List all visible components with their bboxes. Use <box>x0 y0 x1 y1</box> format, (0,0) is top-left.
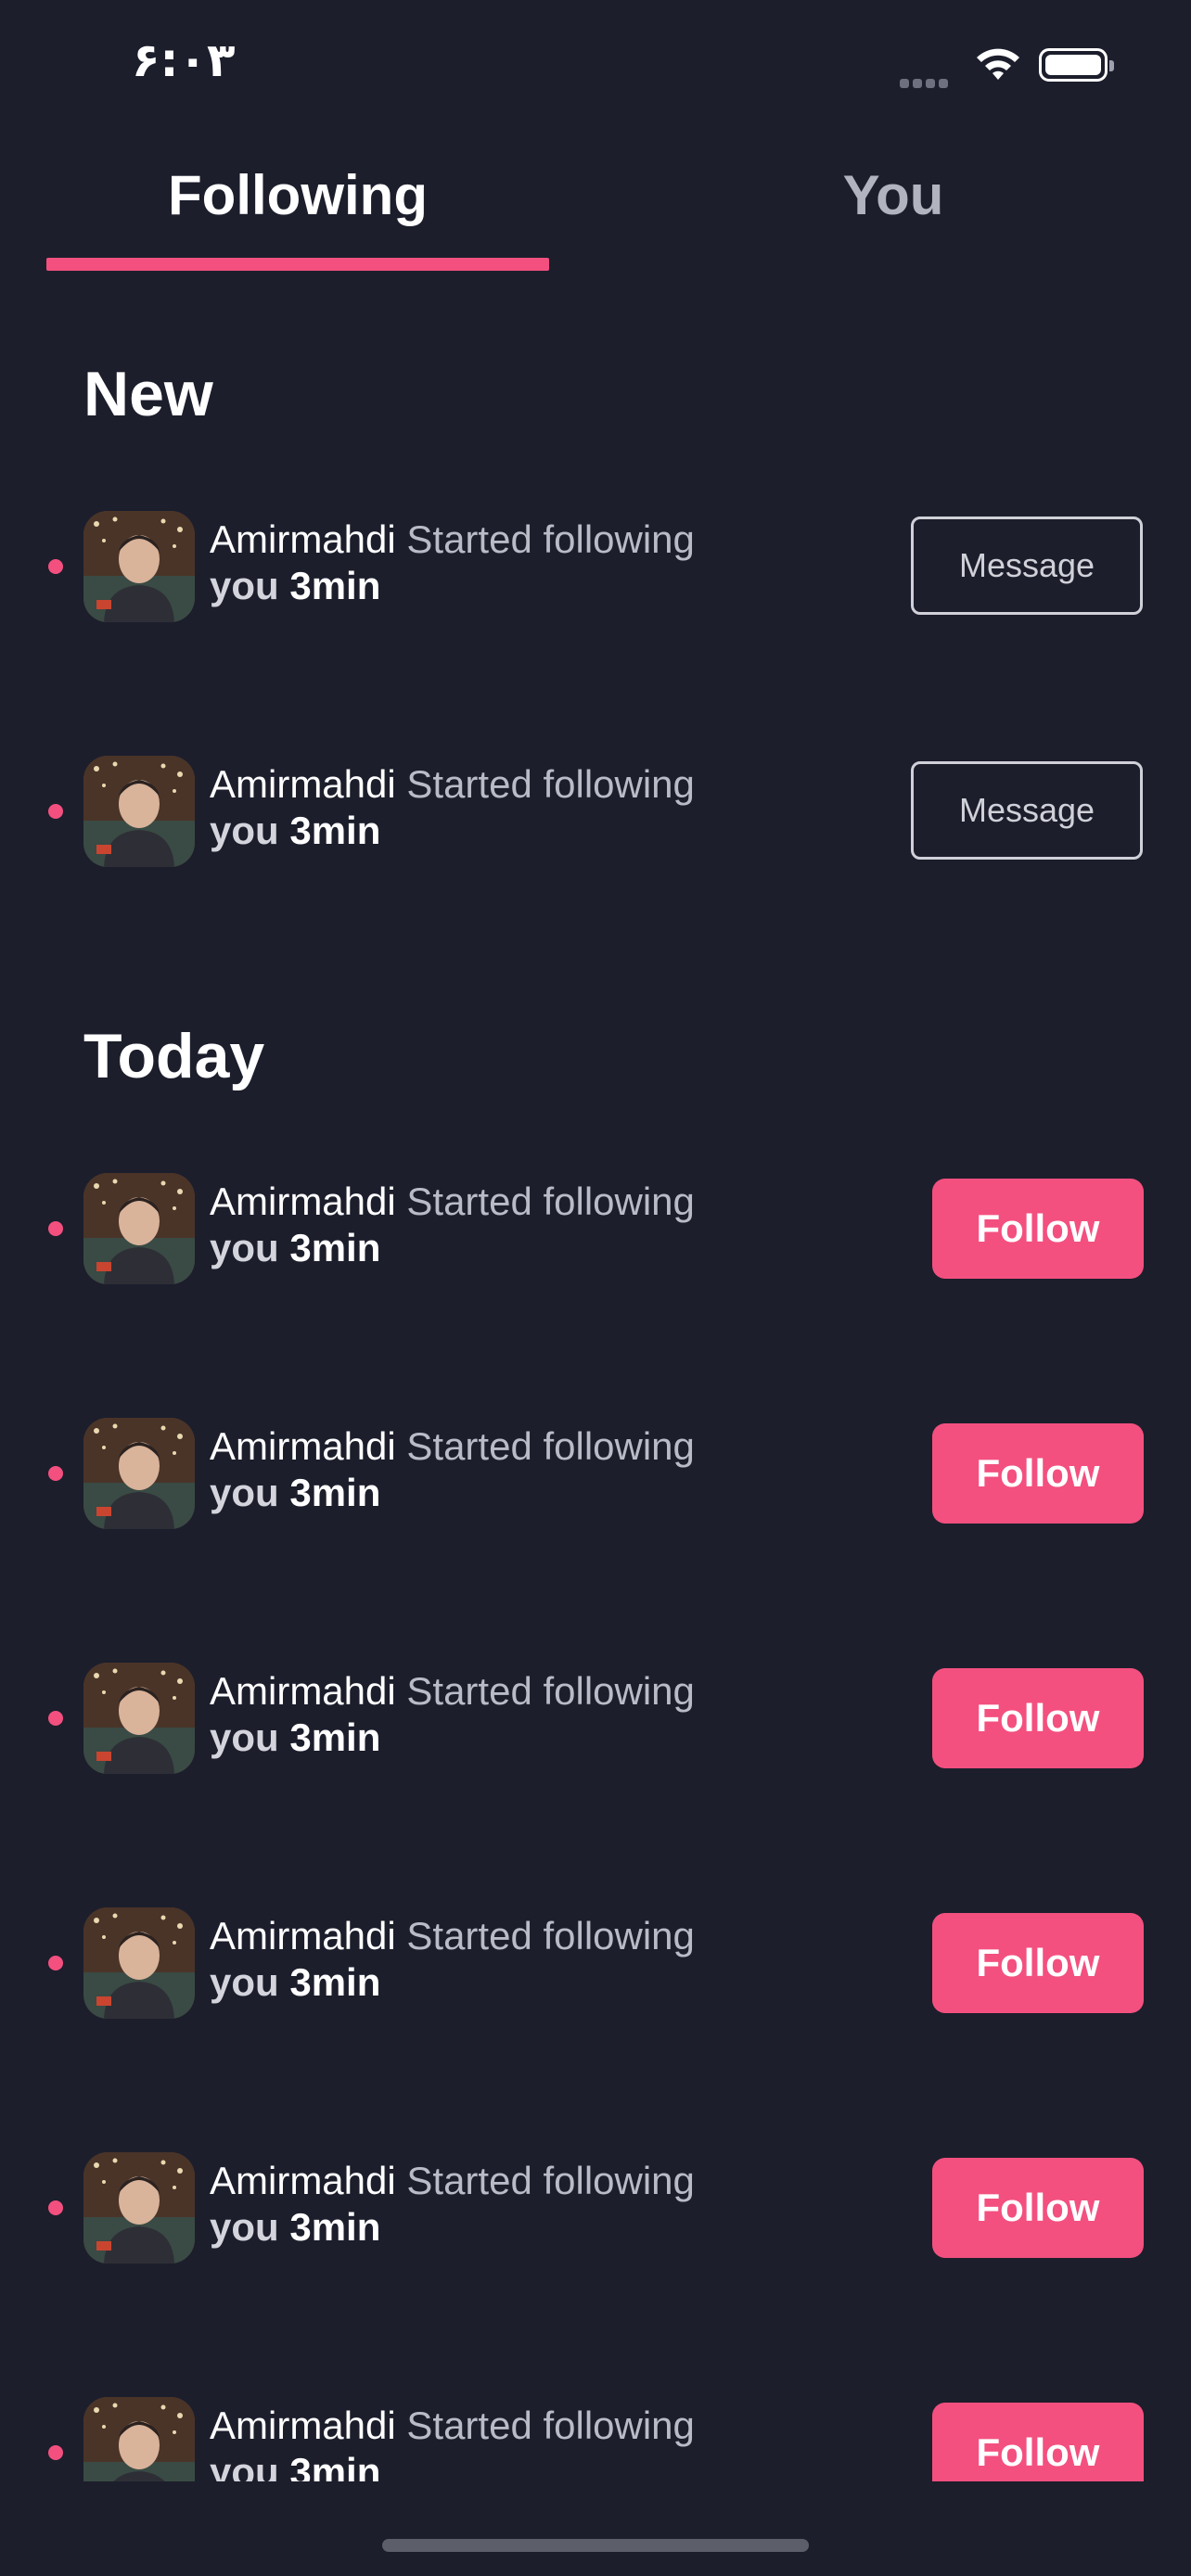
avatar[interactable] <box>83 756 195 867</box>
user-name[interactable]: Amirmahdi <box>210 2404 396 2447</box>
notification-action: Started following <box>406 762 695 806</box>
avatar[interactable] <box>83 1663 195 1774</box>
notification-object: you <box>210 2450 279 2481</box>
list-item: Amirmahdi Started following you 3min Mes… <box>0 511 1191 626</box>
section-title-today: Today <box>83 1021 265 1091</box>
notification-time: 3min <box>289 1960 381 2004</box>
user-name[interactable]: Amirmahdi <box>210 517 396 561</box>
notification-time: 3min <box>289 1226 381 1269</box>
notification-time: 3min <box>289 1715 381 1759</box>
list-item: Amirmahdi Started following you 3min Mes… <box>0 756 1191 871</box>
avatar[interactable] <box>83 511 195 622</box>
avatar[interactable] <box>83 1173 195 1284</box>
list-item: Amirmahdi Started following you 3min Fol… <box>0 1418 1191 1533</box>
notification-action: Started following <box>406 1180 695 1223</box>
notification-action: Started following <box>406 1424 695 1468</box>
user-name[interactable]: Amirmahdi <box>210 1180 396 1223</box>
notification-time: 3min <box>289 1471 381 1514</box>
notification-object: you <box>210 564 279 607</box>
notification-text: Amirmahdi Started following you 3min <box>210 1423 766 1516</box>
notification-text: Amirmahdi Started following you 3min <box>210 1913 766 2006</box>
user-name[interactable]: Amirmahdi <box>210 2159 396 2202</box>
user-name[interactable]: Amirmahdi <box>210 762 396 806</box>
user-name[interactable]: Amirmahdi <box>210 1424 396 1468</box>
list-item: Amirmahdi Started following you 3min Fol… <box>0 1663 1191 1778</box>
notification-text: Amirmahdi Started following you 3min <box>210 761 766 854</box>
avatar[interactable] <box>83 1907 195 2019</box>
notification-text: Amirmahdi Started following you 3min <box>210 1179 766 1271</box>
notification-list[interactable]: New Amirmahdi Started following you 3min… <box>0 0 1191 2481</box>
unread-dot-icon <box>48 804 63 819</box>
message-button[interactable]: Message <box>911 516 1143 615</box>
notification-text: Amirmahdi Started following you 3min <box>210 1668 766 1761</box>
notification-text: Amirmahdi Started following you 3min <box>210 2158 766 2251</box>
message-button[interactable]: Message <box>911 761 1143 860</box>
unread-dot-icon <box>48 559 63 574</box>
unread-dot-icon <box>48 2200 63 2215</box>
notification-time: 3min <box>289 809 381 852</box>
unread-dot-icon <box>48 1956 63 1970</box>
unread-dot-icon <box>48 1221 63 1236</box>
notification-time: 3min <box>289 564 381 607</box>
notification-action: Started following <box>406 1914 695 1958</box>
notification-text: Amirmahdi Started following you 3min <box>210 516 766 609</box>
unread-dot-icon <box>48 1466 63 1481</box>
notification-time: 3min <box>289 2450 381 2481</box>
follow-button[interactable]: Follow <box>932 2158 1144 2258</box>
notification-object: you <box>210 1226 279 1269</box>
avatar[interactable] <box>83 1418 195 1529</box>
user-name[interactable]: Amirmahdi <box>210 1914 396 1958</box>
notification-object: you <box>210 1471 279 1514</box>
follow-button[interactable]: Follow <box>932 1913 1144 2013</box>
unread-dot-icon <box>48 2445 63 2460</box>
notification-action: Started following <box>406 2159 695 2202</box>
notification-action: Started following <box>406 517 695 561</box>
follow-button[interactable]: Follow <box>932 1423 1144 1524</box>
notification-action: Started following <box>406 2404 695 2447</box>
user-name[interactable]: Amirmahdi <box>210 1669 396 1713</box>
home-indicator[interactable] <box>382 2539 809 2552</box>
list-item: Amirmahdi Started following you 3min Fol… <box>0 2152 1191 2267</box>
unread-dot-icon <box>48 1711 63 1726</box>
follow-button[interactable]: Follow <box>932 2403 1144 2481</box>
avatar[interactable] <box>83 2152 195 2264</box>
notification-action: Started following <box>406 1669 695 1713</box>
notification-text: Amirmahdi Started following you 3min <box>210 2403 766 2481</box>
avatar[interactable] <box>83 2397 195 2481</box>
notification-object: you <box>210 1960 279 2004</box>
list-item: Amirmahdi Started following you 3min Fol… <box>0 1907 1191 2022</box>
notifications-screen: ۶:۰۳ Following You New Amirmahdi Started… <box>0 0 1191 2576</box>
notification-time: 3min <box>289 2205 381 2249</box>
follow-button[interactable]: Follow <box>932 1668 1144 1768</box>
section-title-new: New <box>83 359 213 429</box>
notification-object: you <box>210 2205 279 2249</box>
list-item: Amirmahdi Started following you 3min Fol… <box>0 2397 1191 2481</box>
notification-object: you <box>210 809 279 852</box>
notification-object: you <box>210 1715 279 1759</box>
list-item: Amirmahdi Started following you 3min Fol… <box>0 1173 1191 1288</box>
follow-button[interactable]: Follow <box>932 1179 1144 1279</box>
